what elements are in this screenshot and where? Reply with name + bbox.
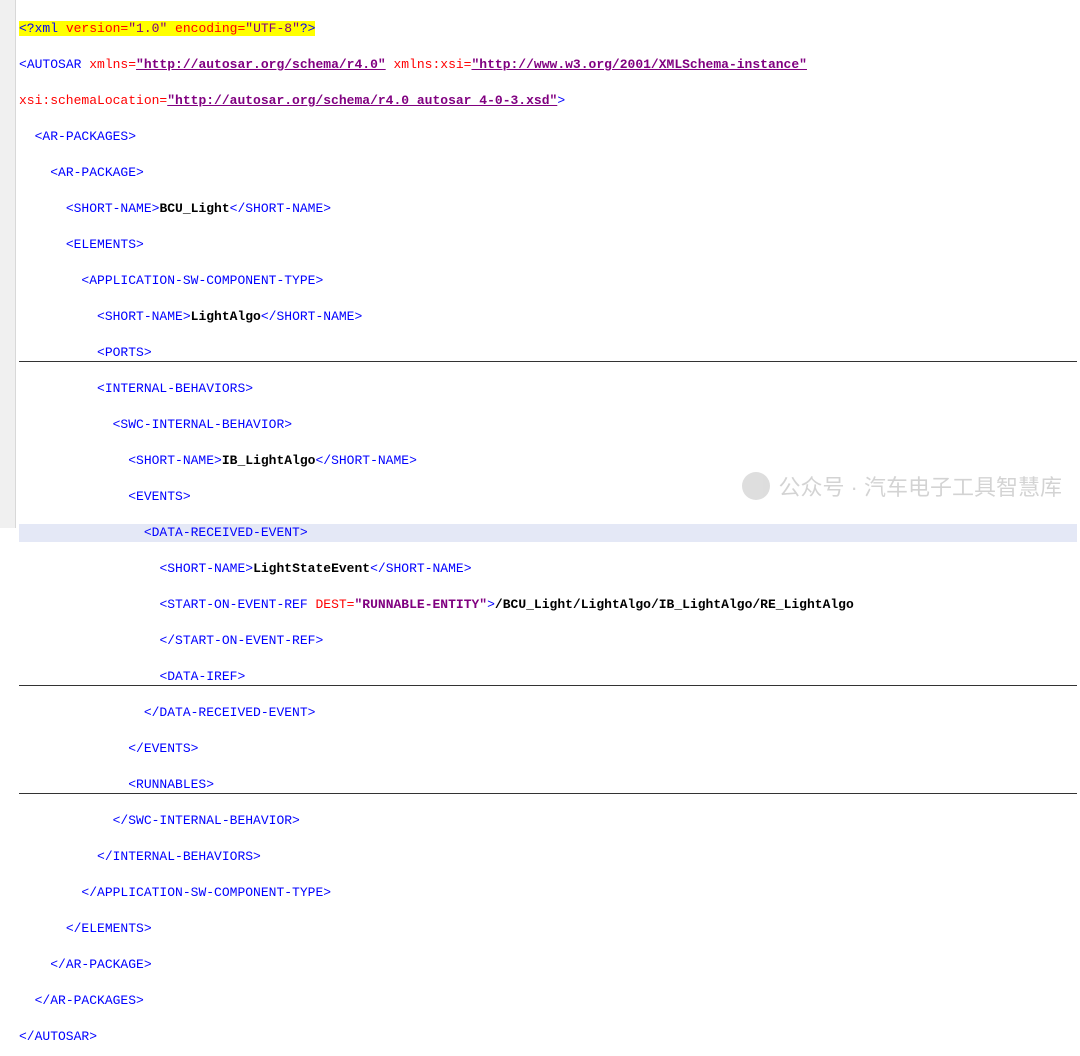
line-5: <AR-PACKAGE> bbox=[19, 164, 1077, 182]
line-22: <RUNNABLES> bbox=[19, 776, 1077, 794]
line-1: <?xml version="1.0" encoding="UTF-8"?> bbox=[19, 20, 1077, 38]
xml-code-area: <?xml version="1.0" encoding="UTF-8"?> <… bbox=[16, 0, 1080, 1056]
editor-gutter bbox=[0, 0, 16, 528]
line-4: <AR-PACKAGES> bbox=[19, 128, 1077, 146]
line-27: </AR-PACKAGE> bbox=[19, 956, 1077, 974]
line-2: <AUTOSAR xmlns="http://autosar.org/schem… bbox=[19, 56, 1077, 74]
line-3: xsi:schemaLocation="http://autosar.org/s… bbox=[19, 92, 1077, 110]
line-26: </ELEMENTS> bbox=[19, 920, 1077, 938]
line-19: <DATA-IREF> bbox=[19, 668, 1077, 686]
line-12: <SWC-INTERNAL-BEHAVIOR> bbox=[19, 416, 1077, 434]
line-17: <START-ON-EVENT-REF DEST="RUNNABLE-ENTIT… bbox=[19, 596, 1077, 614]
watermark: 公众号 · 汽车电子工具智慧库 bbox=[742, 470, 1062, 502]
line-6: <SHORT-NAME>BCU_Light</SHORT-NAME> bbox=[19, 200, 1077, 218]
line-29: </AUTOSAR> bbox=[19, 1028, 1077, 1046]
line-18: </START-ON-EVENT-REF> bbox=[19, 632, 1077, 650]
line-11: <INTERNAL-BEHAVIORS> bbox=[19, 380, 1077, 398]
line-10: <PORTS> bbox=[19, 344, 1077, 362]
line-20: </DATA-RECEIVED-EVENT> bbox=[19, 704, 1077, 722]
line-16: <SHORT-NAME>LightStateEvent</SHORT-NAME> bbox=[19, 560, 1077, 578]
line-13: <SHORT-NAME>IB_LightAlgo</SHORT-NAME> bbox=[19, 452, 1077, 470]
line-8: <APPLICATION-SW-COMPONENT-TYPE> bbox=[19, 272, 1077, 290]
watermark-text: 公众号 · 汽车电子工具智慧库 bbox=[778, 470, 1062, 502]
wechat-icon bbox=[742, 472, 770, 500]
line-23: </SWC-INTERNAL-BEHAVIOR> bbox=[19, 812, 1077, 830]
line-24: </INTERNAL-BEHAVIORS> bbox=[19, 848, 1077, 866]
line-21: </EVENTS> bbox=[19, 740, 1077, 758]
line-25: </APPLICATION-SW-COMPONENT-TYPE> bbox=[19, 884, 1077, 902]
line-15-highlight: <DATA-RECEIVED-EVENT> bbox=[19, 524, 1077, 542]
line-7: <ELEMENTS> bbox=[19, 236, 1077, 254]
line-9: <SHORT-NAME>LightAlgo</SHORT-NAME> bbox=[19, 308, 1077, 326]
line-28: </AR-PACKAGES> bbox=[19, 992, 1077, 1010]
